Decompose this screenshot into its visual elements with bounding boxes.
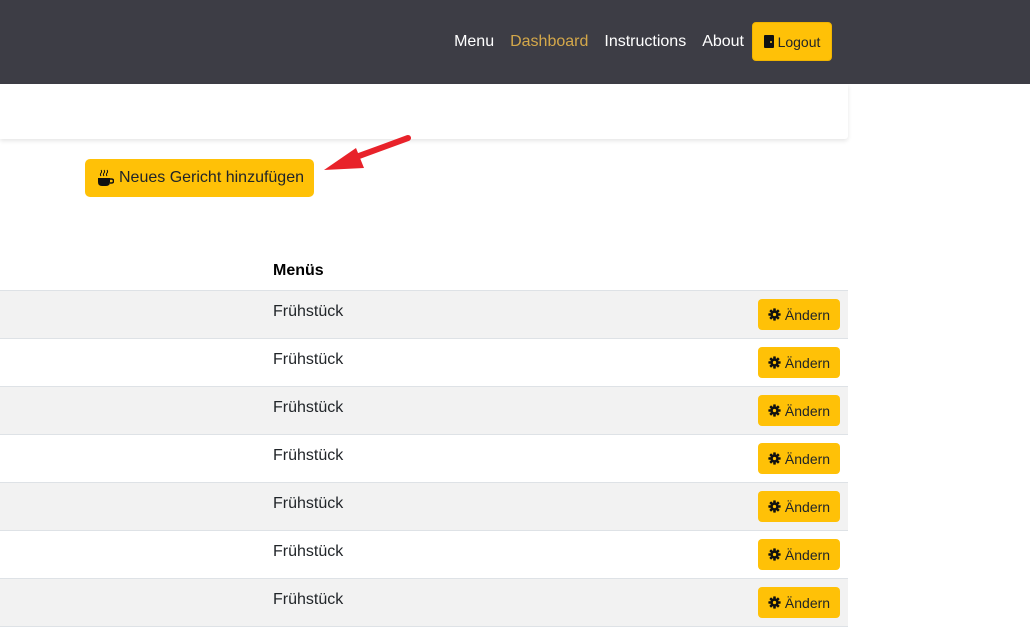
content-card bbox=[0, 84, 848, 139]
edit-button[interactable]: Ändern bbox=[758, 395, 840, 426]
table-row: Frühstück Ändern bbox=[0, 339, 848, 387]
edit-button[interactable]: Ändern bbox=[758, 299, 840, 330]
column-header-menus: Menüs bbox=[273, 262, 324, 279]
edit-button[interactable]: Ändern bbox=[758, 491, 840, 522]
edit-label: Ändern bbox=[784, 306, 831, 323]
edit-label: Ändern bbox=[784, 594, 831, 611]
menu-cell: Frühstück bbox=[273, 495, 344, 512]
nav-link-menu[interactable]: Menu bbox=[454, 33, 494, 51]
gear-icon bbox=[768, 500, 781, 513]
edit-button[interactable]: Ändern bbox=[758, 587, 840, 618]
nav-link-dashboard[interactable]: Dashboard bbox=[510, 33, 588, 51]
edit-label: Ändern bbox=[784, 354, 831, 371]
menu-cell: Frühstück bbox=[273, 543, 344, 560]
menu-cell: Frühstück bbox=[273, 399, 344, 416]
table-body: Frühstück Ändern Frühstück Ändern Frühst… bbox=[0, 291, 848, 627]
gear-icon bbox=[768, 308, 781, 321]
nav-link-instructions[interactable]: Instructions bbox=[604, 33, 686, 51]
edit-label: Ändern bbox=[784, 498, 831, 515]
edit-button[interactable]: Ändern bbox=[758, 443, 840, 474]
edit-label: Ändern bbox=[784, 546, 831, 563]
logout-button[interactable]: Logout bbox=[752, 22, 832, 61]
menu-cell: Frühstück bbox=[273, 351, 344, 368]
top-navbar: Menu Dashboard Instructions About Logout bbox=[0, 0, 1030, 84]
table-row: Frühstück Ändern bbox=[0, 435, 848, 483]
gear-icon bbox=[768, 404, 781, 417]
add-dish-button[interactable]: Neues Gericht hinzufügen bbox=[85, 159, 314, 197]
logout-label: Logout bbox=[777, 33, 821, 50]
gear-icon bbox=[768, 596, 781, 609]
table-header: Menüs bbox=[0, 254, 848, 291]
menu-cell: Frühstück bbox=[273, 303, 344, 320]
edit-label: Ändern bbox=[784, 450, 831, 467]
edit-button[interactable]: Ändern bbox=[758, 539, 840, 570]
edit-label: Ändern bbox=[784, 402, 831, 419]
nav-links: Menu Dashboard Instructions About bbox=[454, 0, 744, 84]
add-dish-label: Neues Gericht hinzufügen bbox=[119, 169, 304, 186]
annotation-arrow bbox=[324, 135, 411, 170]
nav-link-about[interactable]: About bbox=[702, 33, 744, 51]
coffee-cup-icon bbox=[98, 169, 114, 186]
table-row: Frühstück Ändern bbox=[0, 387, 848, 435]
table-row: Frühstück Ändern bbox=[0, 531, 848, 579]
table-row: Frühstück Ändern bbox=[0, 579, 848, 627]
menu-cell: Frühstück bbox=[273, 447, 344, 464]
gear-icon bbox=[768, 356, 781, 369]
table-row: Frühstück Ändern bbox=[0, 483, 848, 531]
menu-cell: Frühstück bbox=[273, 591, 344, 608]
table-row: Frühstück Ändern bbox=[0, 291, 848, 339]
edit-button[interactable]: Ändern bbox=[758, 347, 840, 378]
door-icon bbox=[763, 35, 774, 48]
gear-icon bbox=[768, 452, 781, 465]
gear-icon bbox=[768, 548, 781, 561]
